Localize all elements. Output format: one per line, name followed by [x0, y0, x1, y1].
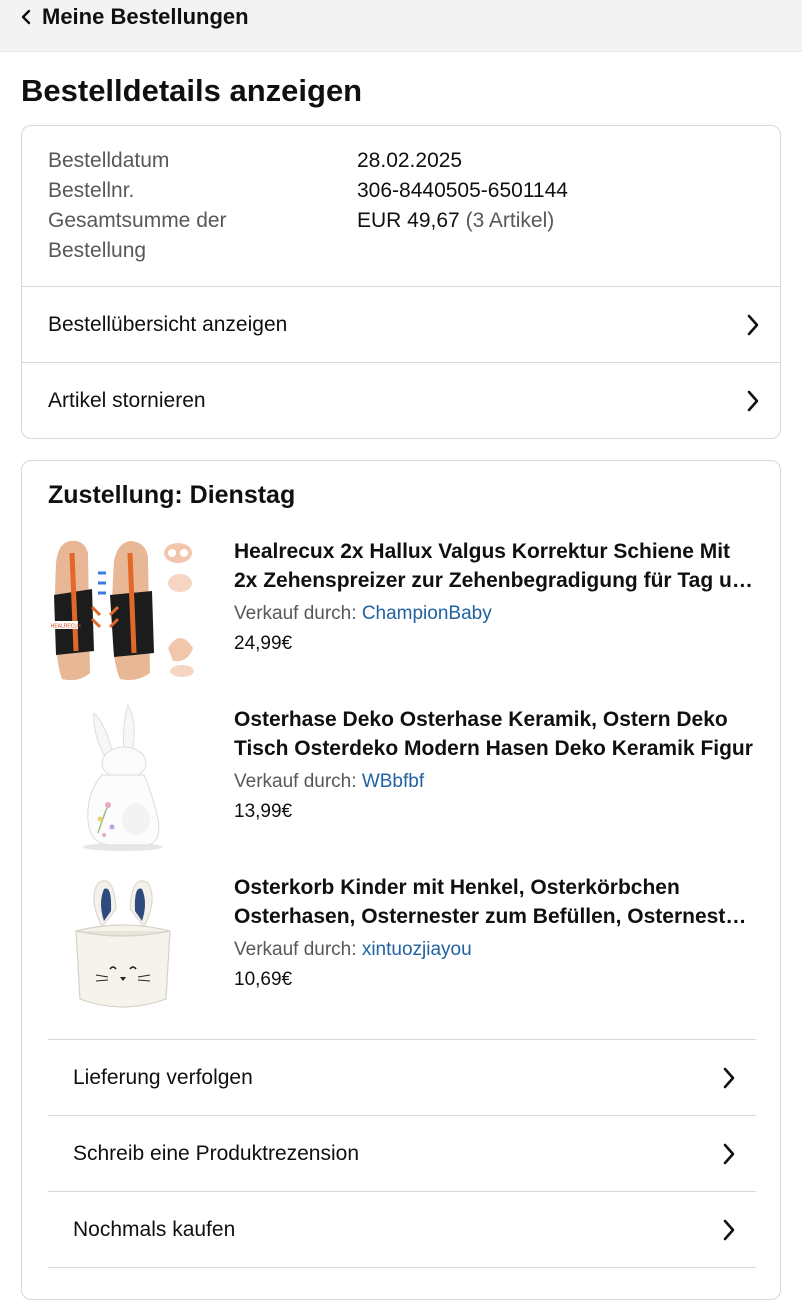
item-price: 13,99€	[234, 801, 293, 822]
order-date-value: 28.02.2025	[357, 149, 463, 172]
cancel-items-label: Artikel stornieren	[48, 388, 206, 412]
order-item: Osterkorb Kinder mit Henkel, Osterkörbch…	[48, 869, 758, 1019]
order-total-label-line1: Gesamtsumme der	[48, 209, 227, 232]
delivery-card: Zustellung: Dienstag HEALRECUX Healrecux…	[21, 460, 781, 1300]
track-delivery-label: Lieferung verfolgen	[73, 1065, 253, 1089]
order-date-row: Bestelldatum 28.02.2025	[48, 146, 758, 176]
top-nav-bar: Meine Bestellungen	[0, 0, 802, 52]
item-price: 10,69€	[234, 969, 293, 990]
order-item-count: (3 Artikel)	[465, 209, 555, 232]
cancel-items-link[interactable]: Artikel stornieren	[22, 362, 780, 438]
write-review-link[interactable]: Schreib eine Produktrezension	[48, 1115, 756, 1191]
seller-line: Verkauf durch: ChampionBaby	[234, 603, 759, 625]
seller-link[interactable]: ChampionBaby	[362, 603, 492, 624]
order-total-value: EUR 49,67 (3 Artikel)	[357, 206, 554, 266]
order-item-info: Healrecux 2x Hallux Valgus Korrektur Sch…	[234, 537, 759, 655]
next-action-row[interactable]	[48, 1267, 756, 1299]
product-title-link[interactable]: Osterkorb Kinder mit Henkel, Osterkörbch…	[234, 873, 759, 931]
order-number-value: 306-8440505-6501144	[357, 179, 568, 202]
seller-prefix: Verkauf durch:	[234, 603, 357, 624]
seller-prefix: Verkauf durch:	[234, 771, 357, 792]
write-review-label: Schreib eine Produktrezension	[73, 1141, 360, 1165]
order-item-info: Osterhase Deko Osterhase Keramik, Ostern…	[234, 705, 759, 823]
order-item-info: Osterkorb Kinder mit Henkel, Osterkörbch…	[234, 873, 759, 991]
chevron-left-icon	[21, 9, 31, 25]
seller-link[interactable]: WBbfbf	[362, 771, 424, 792]
seller-line: Verkauf durch: xintuozjiayou	[234, 939, 759, 961]
order-date-label: Bestelldatum	[48, 149, 170, 172]
view-order-summary-label: Bestellübersicht anzeigen	[48, 312, 288, 336]
delivery-heading: Zustellung: Dienstag	[48, 481, 296, 509]
buy-again-link[interactable]: Nochmals kaufen	[48, 1191, 756, 1267]
back-label: Meine Bestellungen	[42, 4, 249, 29]
order-summary-details: Bestelldatum 28.02.2025 Bestellnr. 306-8…	[48, 146, 758, 266]
order-number-label: Bestellnr.	[48, 179, 135, 202]
buy-again-label: Nochmals kaufen	[73, 1217, 236, 1241]
chevron-right-icon	[747, 314, 759, 335]
seller-link[interactable]: xintuozjiayou	[362, 939, 472, 960]
track-delivery-link[interactable]: Lieferung verfolgen	[48, 1039, 756, 1115]
page-title: Bestelldetails anzeigen	[21, 73, 363, 108]
order-number-row: Bestellnr. 306-8440505-6501144	[48, 176, 758, 206]
order-total-amount: EUR 49,67	[357, 209, 460, 232]
order-total-label-line2: Bestellung	[48, 239, 147, 262]
product-title-link[interactable]: Osterhase Deko Osterhase Keramik, Ostern…	[234, 705, 759, 763]
product-title-link[interactable]: Healrecux 2x Hallux Valgus Korrektur Sch…	[234, 537, 759, 595]
order-total-row: Gesamtsumme der Bestellung EUR 49,67 (3 …	[48, 206, 758, 266]
seller-prefix: Verkauf durch:	[234, 939, 357, 960]
chevron-right-icon	[723, 1067, 735, 1088]
seller-line: Verkauf durch: WBbfbf	[234, 771, 759, 793]
item-price: 24,99€	[234, 633, 293, 654]
order-summary-card: Bestelldatum 28.02.2025 Bestellnr. 306-8…	[21, 125, 781, 439]
order-item: Osterhase Deko Osterhase Keramik, Ostern…	[48, 701, 758, 851]
chevron-right-icon	[723, 1219, 735, 1240]
easter-basket-product-image[interactable]	[48, 869, 198, 1019]
ceramic-bunny-product-image[interactable]	[48, 701, 198, 851]
back-to-orders-link[interactable]: Meine Bestellungen	[20, 4, 249, 30]
brand-label: HEALRECUX	[51, 624, 82, 630]
chevron-right-icon	[747, 390, 759, 411]
order-item: HEALRECUX Healrecux 2x Hallux Valgus Kor…	[48, 533, 758, 683]
view-order-summary-link[interactable]: Bestellübersicht anzeigen	[22, 286, 780, 362]
chevron-right-icon	[723, 1143, 735, 1164]
hallux-splint-product-image[interactable]: HEALRECUX	[48, 533, 198, 683]
order-total-label: Gesamtsumme der Bestellung	[48, 206, 357, 266]
